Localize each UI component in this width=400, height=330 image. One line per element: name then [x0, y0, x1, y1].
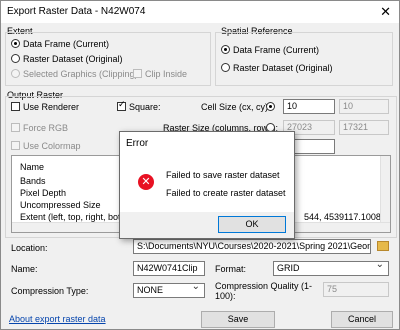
clip-inside-checkbox[interactable]	[133, 69, 142, 78]
force-rgb-checkbox[interactable]	[11, 123, 20, 132]
error-message-line-1: Failed to save raster dataset	[166, 170, 280, 180]
close-icon[interactable]: ✕	[380, 4, 391, 20]
export-raster-window: Export Raster Data - N42W074 ✕ Extent Da…	[0, 0, 400, 330]
error-dialog: Error ✕ Failed to save raster dataset Fa…	[119, 131, 295, 239]
error-message-line-2: Failed to create raster dataset	[166, 188, 286, 198]
sr-data-frame-label: Data Frame (Current)	[233, 45, 320, 55]
compression-type-select[interactable]: NONE	[133, 283, 205, 298]
cell-size-label: Cell Size (cx, cy):	[201, 102, 271, 112]
title-bar: Export Raster Data - N42W074 ✕	[1, 1, 399, 23]
raster-rows-input[interactable]: 17321	[339, 120, 389, 135]
compression-quality-input[interactable]: 75	[323, 282, 389, 297]
use-renderer-checkbox[interactable]	[11, 102, 20, 111]
cell-size-y-input[interactable]: 10	[339, 99, 389, 114]
error-dialog-body: ✕ Failed to save raster dataset Failed t…	[120, 154, 294, 214]
extent-selected-graphics-label: Selected Graphics (Clipping)	[23, 69, 138, 79]
sr-raster-dataset-label: Raster Dataset (Original)	[233, 63, 333, 73]
compression-type-label: Compression Type:	[11, 286, 89, 296]
list-item: Uncompressed Size	[20, 200, 101, 210]
location-input[interactable]: S:\Documents\NYU\Courses\2020-2021\Sprin…	[133, 239, 371, 254]
window-title: Export Raster Data - N42W074	[7, 6, 146, 17]
sr-raster-dataset-radio[interactable]	[221, 63, 230, 72]
use-colormap-checkbox[interactable]	[11, 141, 20, 150]
clip-inside-label: Clip Inside	[145, 69, 188, 79]
list-item: Extent (left, top, right, bott	[20, 212, 124, 222]
name-label: Name:	[11, 264, 38, 274]
use-colormap-label: Use Colormap	[23, 141, 81, 151]
extent-data-frame-label: Data Frame (Current)	[23, 39, 110, 49]
extent-selected-graphics-radio[interactable]	[11, 69, 20, 78]
force-rgb-label: Force RGB	[23, 123, 69, 133]
square-label: Square:	[129, 102, 161, 112]
list-item: Bands	[20, 176, 46, 186]
save-button[interactable]: Save	[201, 311, 275, 328]
compression-quality-label: Compression Quality (1-100):	[215, 281, 313, 301]
cancel-button[interactable]: Cancel	[331, 311, 393, 328]
list-item-extent-values: 544, 4539117.1008 )	[304, 212, 387, 222]
folder-icon[interactable]	[377, 241, 389, 251]
use-renderer-label: Use Renderer	[23, 102, 80, 112]
format-label: Format:	[215, 264, 247, 274]
error-icon: ✕	[138, 174, 154, 190]
extent-raster-dataset-radio[interactable]	[11, 54, 20, 63]
sr-data-frame-radio[interactable]	[221, 45, 230, 54]
cell-size-radio[interactable]	[266, 102, 275, 111]
name-input[interactable]: N42W0741Clip	[133, 261, 205, 276]
cell-size-x-input[interactable]: 10	[283, 99, 335, 114]
error-dialog-footer: OK	[120, 212, 294, 238]
extent-raster-dataset-label: Raster Dataset (Original)	[23, 54, 123, 64]
square-checkbox[interactable]	[117, 100, 126, 111]
location-label: Location:	[11, 243, 48, 253]
ok-button[interactable]: OK	[218, 216, 286, 233]
list-item: Pixel Depth	[20, 188, 67, 198]
extent-data-frame-radio[interactable]	[11, 39, 20, 48]
spatial-reference-group	[215, 32, 393, 86]
list-item: Name	[20, 162, 45, 172]
error-dialog-title: Error	[126, 138, 149, 149]
about-export-link[interactable]: About export raster data	[9, 314, 106, 324]
list-vertical-scrollbar[interactable]	[380, 156, 390, 222]
format-select[interactable]: GRID	[273, 261, 389, 276]
